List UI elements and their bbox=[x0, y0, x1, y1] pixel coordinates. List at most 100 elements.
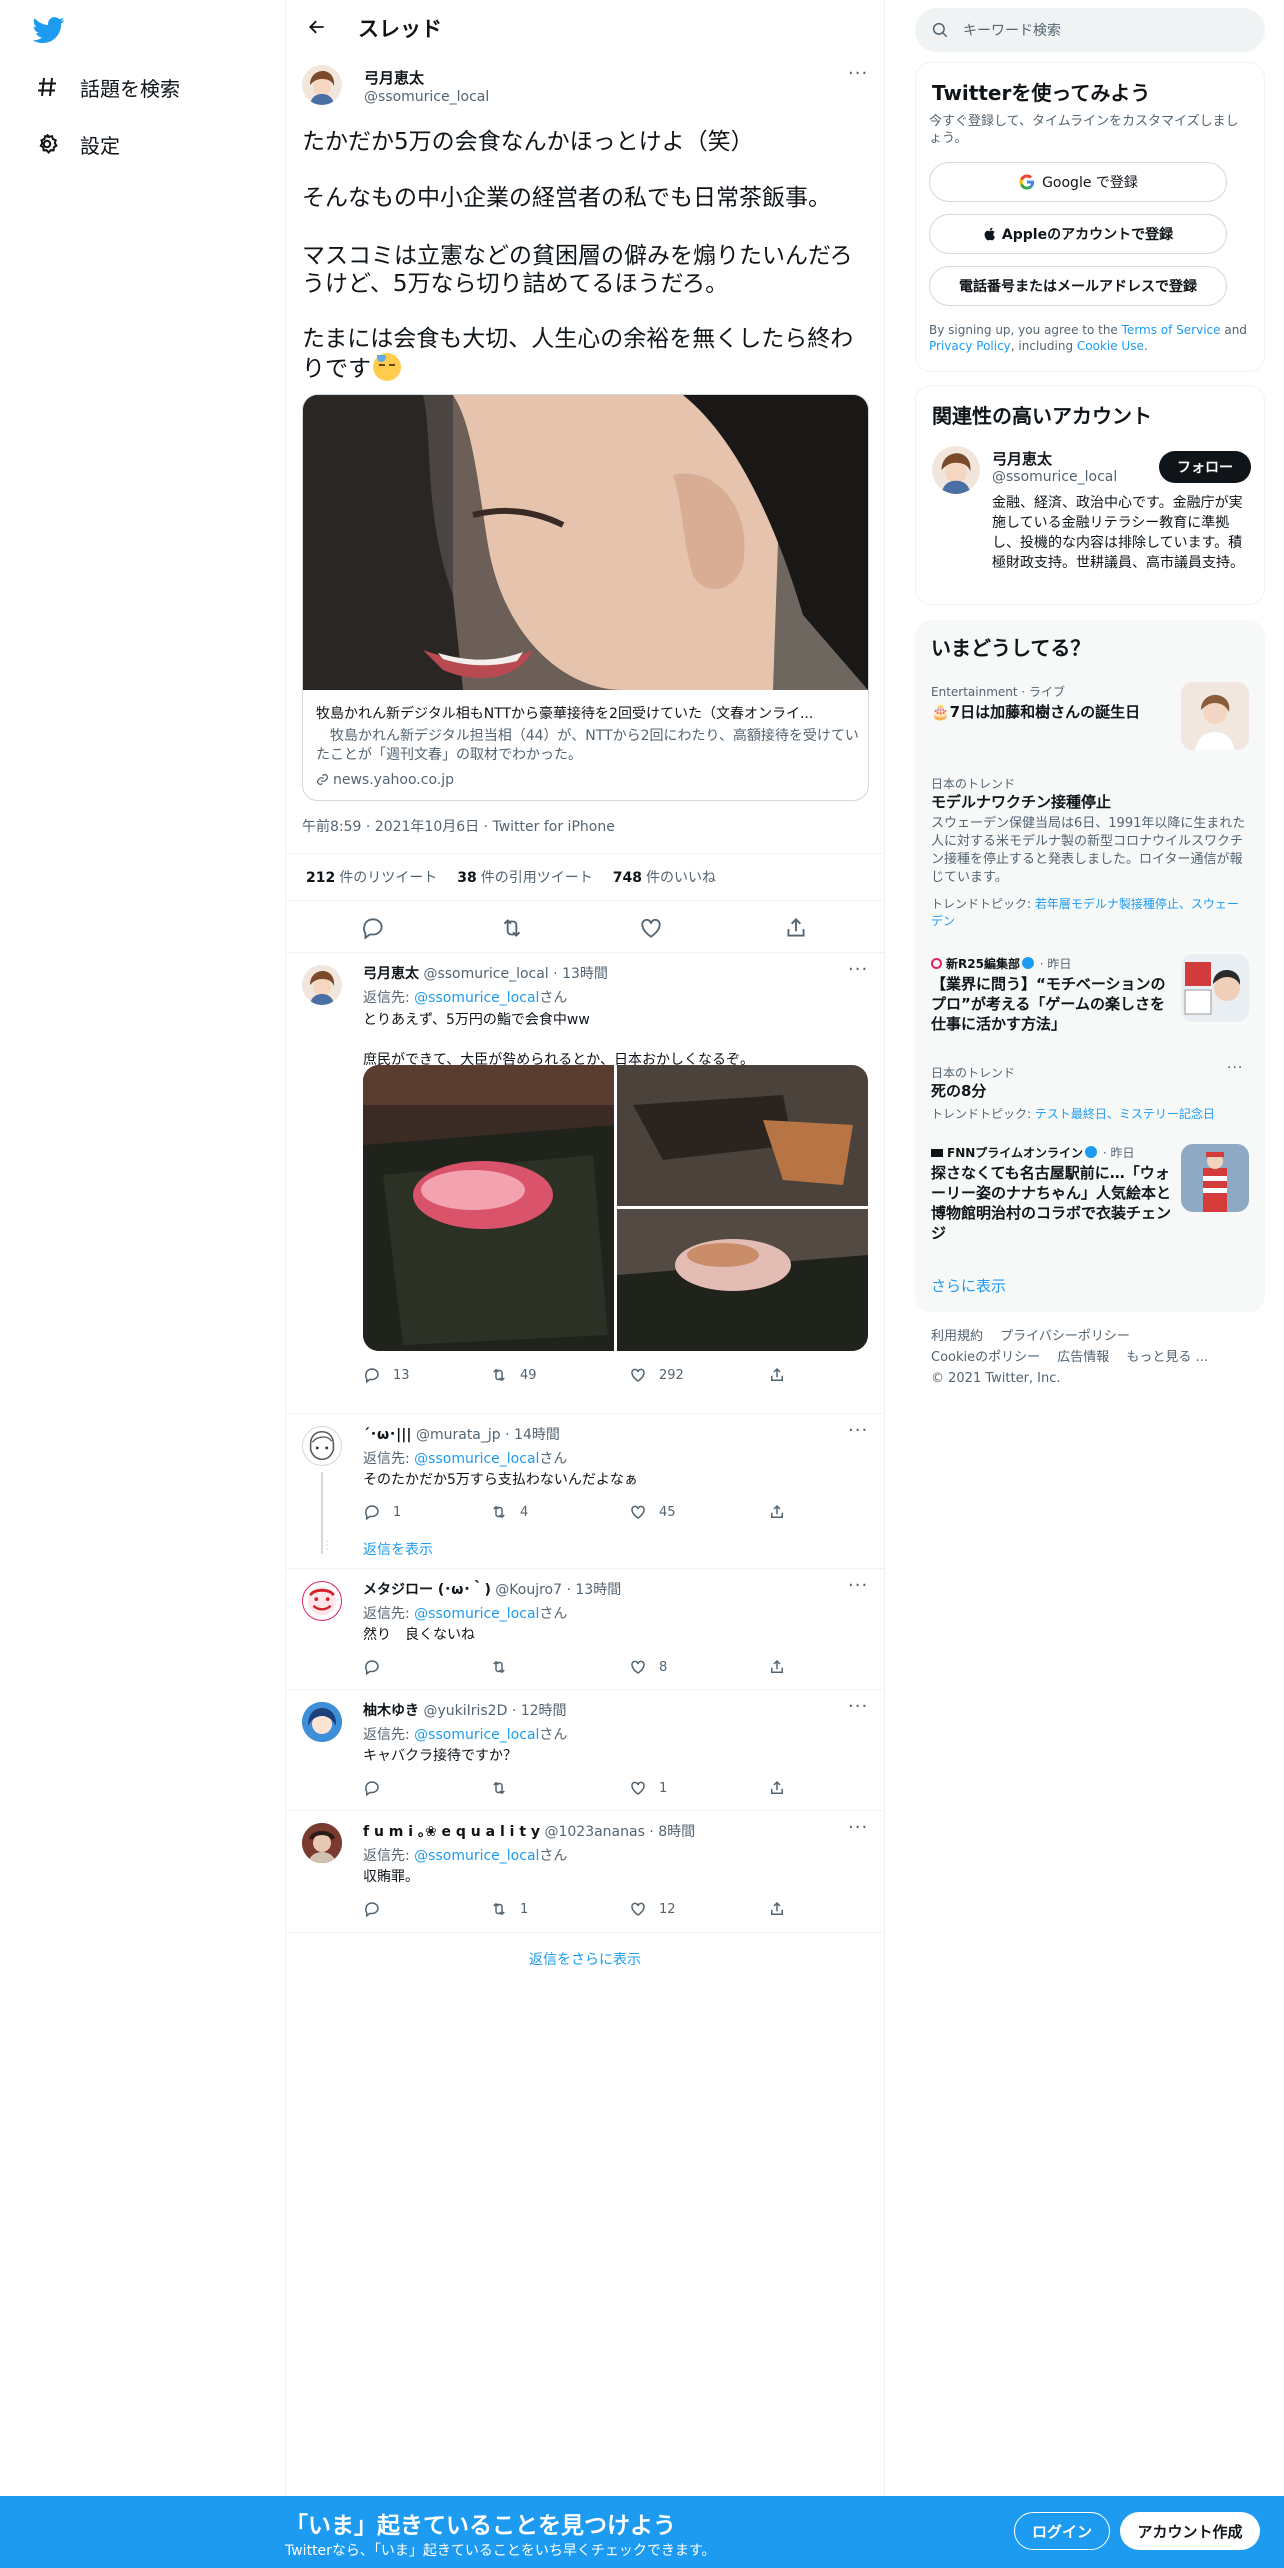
reply-tweet[interactable]: メタジロー (･ω･｀) @Koujro7 · 13時間 ··· 返信先: @s… bbox=[286, 1569, 884, 1690]
share-button[interactable] bbox=[768, 1658, 798, 1676]
reply-to: 返信先: @ssomurice_localさん bbox=[363, 1848, 568, 1864]
retweet-stat[interactable]: 212 件のリツイート bbox=[306, 867, 437, 887]
more-options-icon[interactable]: ··· bbox=[848, 1420, 868, 1441]
tweet-stats: 212 件のリツイート 38 件の引用ツイート 748 件のいいね bbox=[286, 853, 884, 901]
quote-stat[interactable]: 38 件の引用ツイート bbox=[457, 867, 592, 887]
retweet-button[interactable]: 1 bbox=[490, 1900, 528, 1918]
avatar[interactable] bbox=[302, 965, 342, 1005]
more-options-icon[interactable]: ··· bbox=[848, 1696, 868, 1717]
media-grid[interactable] bbox=[363, 1065, 868, 1351]
retweet-button[interactable]: 4 bbox=[490, 1503, 528, 1521]
login-button[interactable]: ログイン bbox=[1014, 2512, 1110, 2550]
share-icon bbox=[771, 1367, 783, 1381]
like-button[interactable]: 45 bbox=[629, 1503, 676, 1521]
mention-link[interactable]: @ssomurice_local bbox=[414, 1727, 539, 1743]
reply-icon[interactable] bbox=[360, 915, 386, 941]
retweet-button[interactable]: 49 bbox=[490, 1366, 537, 1384]
reply-button[interactable] bbox=[363, 1658, 393, 1676]
mention-link[interactable]: @ssomurice_local bbox=[414, 1848, 539, 1864]
back-button[interactable] bbox=[300, 10, 334, 44]
trend-thumbnail bbox=[1181, 954, 1249, 1022]
share-icon[interactable] bbox=[783, 915, 809, 941]
trend-meta: Entertainment · ライブ bbox=[931, 685, 1066, 699]
search-input[interactable]: キーワード検索 bbox=[915, 8, 1265, 52]
signup-button[interactable]: アカウント作成 bbox=[1120, 2512, 1260, 2550]
like-icon[interactable] bbox=[638, 915, 664, 941]
mention-link[interactable]: @ssomurice_local bbox=[414, 990, 539, 1006]
follow-button[interactable]: フォロー bbox=[1159, 451, 1251, 483]
like-button[interactable]: 1 bbox=[629, 1779, 667, 1797]
reply-tweet[interactable]: f u m i ｡❀ e q u a l i t y @1023ananas ·… bbox=[286, 1811, 884, 1933]
nav-settings[interactable]: 設定 bbox=[34, 124, 120, 164]
google-icon bbox=[1019, 174, 1035, 190]
copyright: © 2021 Twitter, Inc. bbox=[931, 1371, 1061, 1386]
avatar[interactable] bbox=[302, 1823, 342, 1863]
phone-email-signup-button[interactable]: 電話番号またはメールアドレスで登録 bbox=[929, 266, 1227, 306]
like-button[interactable]: 8 bbox=[629, 1658, 667, 1676]
reply-button[interactable] bbox=[363, 1900, 393, 1918]
footer-link[interactable]: もっと見る ... bbox=[1126, 1350, 1208, 1365]
share-button[interactable] bbox=[768, 1503, 798, 1521]
cookie-link[interactable]: Cookie Use bbox=[1077, 339, 1144, 353]
more-options-icon[interactable]: ··· bbox=[1227, 1060, 1243, 1076]
hashtag-icon bbox=[34, 74, 60, 100]
search-icon bbox=[931, 21, 949, 39]
share-button[interactable] bbox=[768, 1900, 798, 1918]
retweet-icon bbox=[493, 1902, 505, 1916]
link-card[interactable]: 牧島かれん新デジタル相もNTTから豪華接待を2回受けていた（文春オンライ... … bbox=[302, 394, 869, 801]
reply-button[interactable]: 13 bbox=[363, 1366, 410, 1384]
reply-header: f u m i ｡❀ e q u a l i t y @1023ananas ·… bbox=[363, 1824, 696, 1840]
footer-link[interactable]: 利用規約 bbox=[931, 1329, 983, 1344]
show-replies-link[interactable]: 返信を表示 bbox=[363, 1540, 863, 1560]
mention-link[interactable]: @ssomurice_local bbox=[414, 1606, 539, 1622]
retweet-icon bbox=[493, 1368, 505, 1382]
related-account-handle[interactable]: @ssomurice_local bbox=[992, 469, 1117, 485]
trend-topic-links[interactable]: テスト最終日、ミステリー記念日 bbox=[1035, 1107, 1215, 1121]
card-image-portrait bbox=[303, 395, 868, 690]
retweet-button[interactable] bbox=[490, 1658, 520, 1676]
google-signup-button[interactable]: Google で登録 bbox=[929, 162, 1227, 202]
like-icon bbox=[631, 1505, 645, 1519]
signup-panel-title: Twitterを使ってみよう bbox=[932, 81, 1151, 105]
more-options-icon[interactable]: ··· bbox=[848, 63, 868, 84]
reply-text: 然り 良くないね bbox=[363, 1627, 475, 1643]
author-name[interactable]: 弓月恵太 bbox=[364, 67, 424, 88]
privacy-link[interactable]: Privacy Policy bbox=[929, 339, 1011, 353]
retweet-button[interactable] bbox=[490, 1779, 520, 1797]
reply-tweet[interactable]: ´･ω･||| @murata_jp · 14時間 ··· 返信先: @ssom… bbox=[286, 1414, 884, 1569]
more-options-icon[interactable]: ··· bbox=[848, 1575, 868, 1596]
reply-tweet[interactable]: 弓月恵太 @ssomurice_local · 13時間 ··· 返信先: @s… bbox=[286, 953, 884, 1414]
like-button[interactable]: 12 bbox=[629, 1900, 676, 1918]
footer-link[interactable]: Cookieのポリシー bbox=[931, 1350, 1040, 1365]
retweet-icon[interactable] bbox=[499, 915, 525, 941]
share-button[interactable] bbox=[768, 1366, 798, 1384]
like-icon bbox=[631, 1902, 645, 1916]
reply-button[interactable] bbox=[363, 1779, 393, 1797]
avatar[interactable] bbox=[932, 446, 980, 494]
apple-signup-button[interactable]: Appleのアカウントで登録 bbox=[929, 214, 1227, 254]
footer-link[interactable]: 広告情報 bbox=[1057, 1350, 1109, 1365]
related-account-name[interactable]: 弓月恵太 bbox=[992, 448, 1052, 469]
footer-link[interactable]: プライバシーポリシー bbox=[1000, 1329, 1130, 1344]
tweet-timestamp[interactable]: 午前8:59 · 2021年10月6日 · Twitter for iPhone bbox=[302, 816, 615, 836]
avatar[interactable] bbox=[302, 1702, 342, 1742]
share-button[interactable] bbox=[768, 1779, 798, 1797]
avatar[interactable] bbox=[302, 1426, 342, 1466]
more-options-icon[interactable]: ··· bbox=[848, 959, 868, 980]
avatar[interactable] bbox=[302, 65, 342, 105]
reply-actions: 1 12 bbox=[363, 1900, 803, 1920]
more-options-icon[interactable]: ··· bbox=[848, 1817, 868, 1838]
terms-link[interactable]: Terms of Service bbox=[1122, 323, 1221, 337]
mention-link[interactable]: @ssomurice_local bbox=[414, 1451, 539, 1467]
twitter-bird-icon[interactable] bbox=[32, 14, 65, 46]
trend-description: スウェーデン保健当局は6日、1991年以降に生まれた人に対する米モデルナ製の新型… bbox=[931, 816, 1246, 885]
reply-tweet[interactable]: 柚木ゆき @yukiIris2D · 12時間 ··· 返信先: @ssomur… bbox=[286, 1690, 884, 1811]
show-more-trends-link[interactable]: さらに表示 bbox=[931, 1275, 1006, 1296]
nav-explore[interactable]: 話題を検索 bbox=[34, 67, 180, 107]
avatar[interactable] bbox=[302, 1581, 342, 1621]
author-handle[interactable]: @ssomurice_local bbox=[364, 89, 489, 105]
like-stat[interactable]: 748 件のいいね bbox=[613, 867, 716, 887]
reply-button[interactable]: 1 bbox=[363, 1503, 401, 1521]
show-more-replies-link[interactable]: 返信をさらに表示 bbox=[286, 1935, 884, 1983]
like-button[interactable]: 292 bbox=[629, 1366, 684, 1384]
